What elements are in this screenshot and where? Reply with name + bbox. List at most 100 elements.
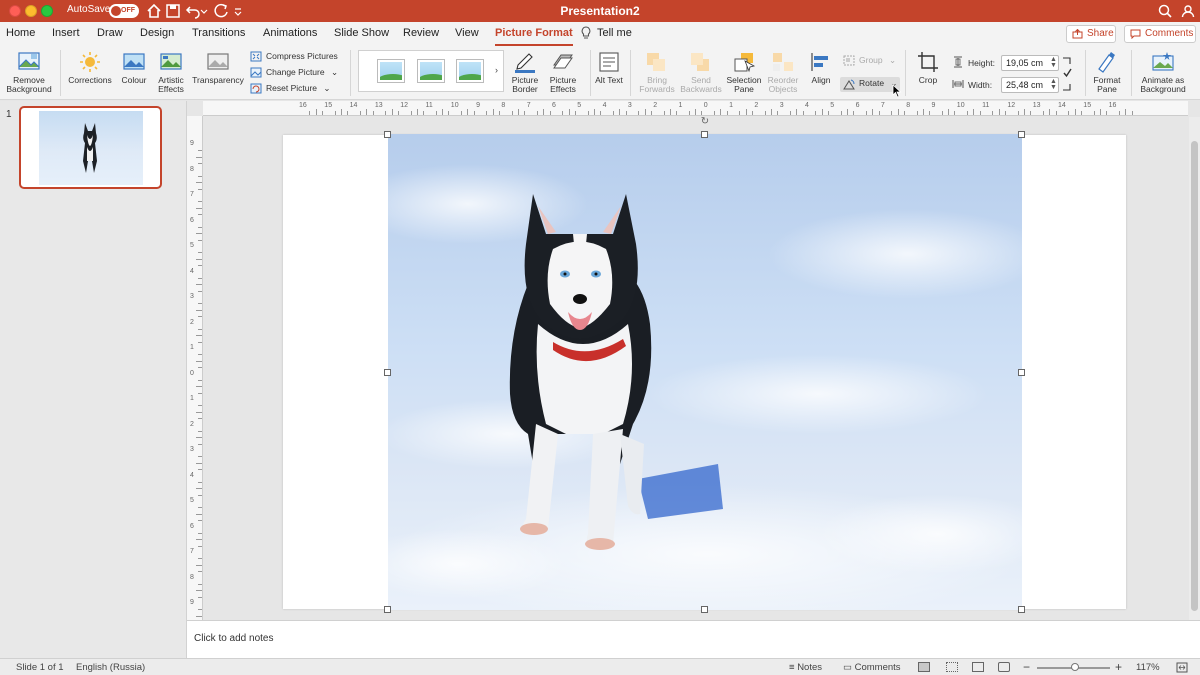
customize-toolbar-icon[interactable] [233, 3, 243, 19]
tab-slide-show[interactable]: Slide Show [334, 27, 389, 39]
tab-insert[interactable]: Insert [52, 27, 80, 39]
resize-handle-e[interactable] [1018, 369, 1025, 376]
tab-transitions[interactable]: Transitions [192, 27, 245, 39]
resize-handle-ne[interactable] [1018, 131, 1025, 138]
picture-style-1[interactable] [377, 59, 405, 83]
autosave-toggle[interactable]: OFF [109, 4, 139, 18]
picture-border-button[interactable]: Picture Border [506, 51, 544, 94]
colour-button[interactable]: Colour [114, 51, 154, 85]
rotate-button[interactable]: Rotate ⌄ [840, 77, 900, 92]
zoom-slider-knob[interactable] [1071, 663, 1079, 671]
notes-toggle-label: Notes [797, 662, 823, 673]
ruler-v-tick [198, 316, 202, 318]
tab-view[interactable]: View [455, 27, 479, 39]
reorder-objects-button[interactable]: Reorder Objects [764, 51, 802, 94]
slide-show-icon[interactable] [998, 662, 1010, 672]
ruler-v-tick [198, 201, 202, 203]
resize-handle-s[interactable] [701, 606, 708, 613]
ruler-h-tick [650, 111, 652, 115]
artistic-effects-button[interactable]: Artistic Effects [152, 51, 190, 94]
slide-thumbnail-1[interactable] [19, 106, 162, 189]
tab-design[interactable]: Design [140, 27, 174, 39]
reset-picture-button[interactable]: Reset Picture ⌄ [250, 82, 331, 95]
ruler-v-label: 3 [190, 446, 194, 453]
width-stepper[interactable]: ▲ ▼ [1050, 78, 1057, 91]
vertical-scrollbar[interactable] [1189, 117, 1200, 620]
account-icon[interactable] [1180, 3, 1196, 19]
tab-draw[interactable]: Draw [97, 27, 123, 39]
picture-style-3[interactable] [456, 59, 484, 83]
ruler-v-tick [198, 596, 202, 598]
compress-pictures-button[interactable]: Compress Pictures [250, 50, 338, 63]
group-dropdown-icon[interactable]: ⌄ [889, 55, 896, 65]
height-stepper[interactable]: ▲ ▼ [1050, 56, 1057, 69]
transparency-button[interactable]: Transparency [190, 51, 246, 85]
remove-background-button[interactable]: Remove Background [3, 51, 55, 94]
zoom-in-icon[interactable]: + [1115, 660, 1122, 674]
gallery-more-icon[interactable]: › [495, 65, 498, 75]
picture-effects-button[interactable]: Picture Effects [544, 51, 582, 94]
reading-view-icon[interactable] [972, 662, 984, 672]
picture-style-2[interactable] [417, 59, 445, 83]
bring-forwards-button[interactable]: Bring Forwards [636, 51, 678, 94]
format-pane-button[interactable]: Format Pane [1088, 51, 1126, 94]
align-button[interactable]: Align [805, 51, 837, 85]
undo-dropdown-icon[interactable] [200, 3, 208, 19]
resize-handle-w[interactable] [384, 369, 391, 376]
lock-aspect-ratio-icon[interactable] [1062, 56, 1072, 92]
ruler-h-tick [435, 111, 437, 115]
normal-view-icon[interactable] [918, 662, 930, 672]
ruler-h-tick [701, 111, 703, 115]
ruler-v-tick [198, 265, 202, 267]
save-icon[interactable] [165, 3, 181, 19]
alt-text-button[interactable]: Alt Text [594, 51, 624, 85]
ruler-v-tick [198, 430, 202, 432]
ruler-v-tick [196, 615, 202, 617]
tab-home[interactable]: Home [6, 27, 35, 39]
animate-as-background-button[interactable]: Animate as Background [1136, 51, 1190, 94]
ruler-h-label: 3 [779, 102, 784, 109]
ruler-h-tick [442, 109, 444, 115]
crop-button[interactable]: Crop [910, 51, 946, 85]
husky-picture[interactable] [388, 134, 1022, 610]
redo-icon[interactable] [213, 3, 229, 19]
tell-me-search[interactable]: Tell me [597, 27, 632, 39]
resize-handle-sw[interactable] [384, 606, 391, 613]
change-picture-button[interactable]: Change Picture ⌄ [250, 66, 338, 79]
zoom-out-icon[interactable]: − [1023, 660, 1030, 674]
slide-sorter-icon[interactable] [946, 662, 958, 672]
title-bar: AutoSave OFF Presentation2 [0, 0, 1200, 22]
resize-handle-n[interactable] [701, 131, 708, 138]
resize-handle-nw[interactable] [384, 131, 391, 138]
tab-animations[interactable]: Animations [263, 27, 317, 39]
tab-picture-format[interactable]: Picture Format [495, 27, 573, 46]
autosave-label: AutoSave [67, 4, 111, 15]
ruler-h-tick [612, 111, 614, 115]
group-button[interactable]: Group ⌄ [843, 54, 896, 67]
notes-toggle[interactable]: ≡ Notes [789, 662, 822, 673]
rotate-handle-icon[interactable]: ↻ [700, 117, 710, 127]
search-icon[interactable] [1157, 3, 1173, 19]
maximize-window-button[interactable] [41, 5, 53, 17]
minimize-window-button[interactable] [25, 5, 37, 17]
notes-pane[interactable]: Click to add notes [187, 620, 1200, 658]
resize-handle-se[interactable] [1018, 606, 1025, 613]
change-picture-dropdown-icon[interactable]: ⌄ [331, 67, 338, 77]
reset-picture-dropdown-icon[interactable]: ⌄ [323, 83, 330, 93]
comments-toggle[interactable]: ▭ Comments [843, 662, 901, 673]
format-pane-icon [1098, 52, 1115, 73]
ruler-h-tick [1125, 109, 1127, 115]
zoom-level[interactable]: 117% [1136, 662, 1160, 673]
language-indicator[interactable]: English (Russia) [76, 662, 145, 673]
corrections-button[interactable]: Corrections [66, 51, 114, 85]
undo-icon[interactable] [185, 3, 201, 19]
home-icon[interactable] [146, 3, 162, 19]
send-backwards-button[interactable]: Send Backwards [678, 51, 724, 94]
selection-pane-button[interactable]: Selection Pane [724, 51, 764, 94]
tab-review[interactable]: Review [403, 27, 439, 39]
scrollbar-thumb[interactable] [1191, 141, 1198, 611]
close-window-button[interactable] [9, 5, 21, 17]
share-button[interactable]: Share [1066, 25, 1116, 43]
comments-button[interactable]: Comments [1124, 25, 1196, 43]
fit-to-window-icon[interactable] [1176, 662, 1188, 673]
